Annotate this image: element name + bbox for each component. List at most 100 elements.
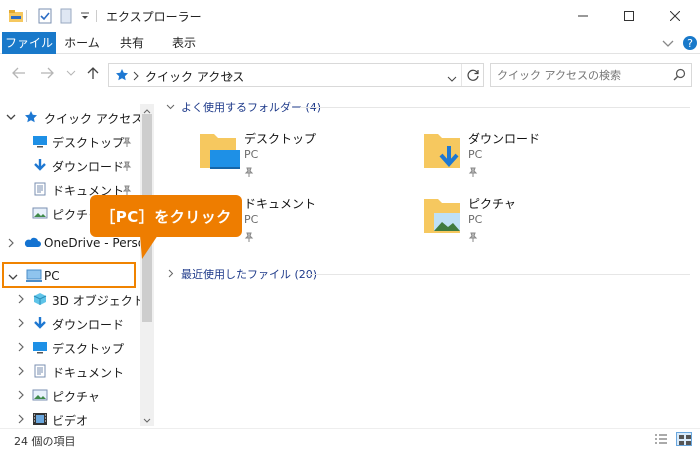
nav-item-quick-access[interactable]: クイック アクセス: [0, 106, 144, 128]
nav-item-pc-documents[interactable]: ドキュメント: [0, 360, 140, 382]
customize-dropdown-icon[interactable]: [80, 10, 90, 24]
nav-item-pc[interactable]: PC: [2, 262, 136, 288]
cube-icon: [32, 292, 48, 309]
picture-icon: [32, 206, 48, 223]
large-icons-view-icon[interactable]: [676, 432, 692, 446]
nav-item-label: クイック アクセス: [44, 112, 144, 126]
chevron-right-icon[interactable]: [227, 70, 233, 84]
chevron-right-icon[interactable]: [17, 293, 25, 307]
help-icon[interactable]: ?: [682, 35, 698, 54]
nav-item-pc-downloads[interactable]: ダウンロード: [0, 312, 140, 334]
details-view-icon[interactable]: [654, 433, 668, 448]
pictures-folder-icon: [422, 195, 464, 242]
forward-button[interactable]: [38, 64, 56, 82]
chevron-right-icon[interactable]: [17, 413, 25, 427]
nav-item-pc-pictures[interactable]: ピクチャ: [0, 384, 140, 406]
chevron-right-icon[interactable]: [17, 341, 25, 355]
refresh-icon[interactable]: [466, 68, 480, 85]
folder-name: デスクトップ: [244, 132, 317, 146]
maximize-button[interactable]: [606, 0, 652, 32]
search-input[interactable]: [497, 67, 667, 83]
chevron-right-icon[interactable]: [17, 389, 25, 403]
desktop-folder-icon: [198, 130, 240, 177]
download-icon: [32, 158, 48, 175]
tab-share[interactable]: 共有: [112, 32, 152, 54]
properties-icon[interactable]: [38, 8, 52, 27]
back-button[interactable]: [10, 64, 28, 82]
nav-item-label: デスクトップ: [52, 136, 125, 150]
pin-icon: [122, 136, 132, 150]
group-divider: [300, 107, 690, 108]
downloads-folder-icon: [422, 130, 464, 177]
nav-item-desktop[interactable]: デスクトップ: [0, 130, 140, 152]
folder-tile-downloads[interactable]: ダウンロード PC: [422, 130, 622, 194]
chevron-down-icon[interactable]: [8, 271, 18, 285]
nav-item-label: ダウンロード: [52, 318, 125, 332]
nav-item-label: ピクチャ: [52, 390, 100, 404]
scroll-down-icon[interactable]: [143, 414, 151, 428]
ribbon-expand-icon[interactable]: [662, 38, 674, 52]
folder-app-icon: [8, 8, 24, 27]
address-bar[interactable]: クイック アクセス: [108, 63, 484, 87]
star-icon: [115, 68, 129, 85]
instruction-callout: ［PC］をクリック: [90, 195, 242, 237]
folder-location: PC: [244, 148, 259, 161]
nav-item-label: 3D オブジェクト: [52, 294, 145, 308]
pin-icon: [122, 160, 132, 174]
tab-view[interactable]: 表示: [164, 32, 204, 54]
close-button[interactable]: [652, 0, 698, 32]
chevron-down-icon[interactable]: [166, 100, 175, 114]
title-bar: エクスプローラー: [0, 0, 700, 32]
nav-item-downloads[interactable]: ダウンロード: [0, 154, 140, 176]
pin-icon: [468, 166, 478, 180]
search-box[interactable]: [490, 63, 692, 87]
nav-item-3d-objects[interactable]: 3D オブジェクト: [0, 288, 145, 310]
desktop-icon: [32, 134, 48, 151]
navigation-bar: クイック アクセス: [0, 58, 700, 90]
new-folder-icon[interactable]: [60, 8, 72, 27]
divider: [26, 10, 27, 22]
folder-name: ダウンロード: [468, 132, 541, 146]
recent-locations-button[interactable]: [62, 64, 80, 82]
folder-location: PC: [468, 213, 483, 226]
folder-tile-pictures[interactable]: ピクチャ PC: [422, 195, 622, 259]
minimize-button[interactable]: [560, 0, 606, 32]
divider: [461, 64, 462, 86]
nav-scrollbar[interactable]: [140, 104, 154, 426]
callout-pointer: [140, 235, 162, 264]
nav-item-label: OneDrive - Person: [44, 236, 153, 250]
chevron-right-icon[interactable]: [17, 317, 25, 331]
recent-files-header[interactable]: 最近使用したファイル (20): [166, 265, 317, 283]
chevron-right-icon[interactable]: [7, 237, 15, 251]
chevron-down-icon[interactable]: [6, 111, 16, 125]
chevron-right-icon[interactable]: [17, 365, 25, 379]
folder-name: ピクチャ: [468, 197, 516, 211]
tab-file[interactable]: ファイル: [2, 32, 56, 54]
nav-item-pc-desktop[interactable]: デスクトップ: [0, 336, 140, 358]
folder-name: ドキュメント: [244, 197, 317, 211]
pin-icon: [244, 166, 254, 180]
svg-text:?: ?: [687, 37, 693, 50]
nav-item-label: ビデオ: [52, 414, 89, 428]
folder-tile-desktop[interactable]: デスクトップ PC: [198, 130, 398, 194]
item-count: 24 個の項目: [14, 435, 76, 448]
chevron-right-icon[interactable]: [133, 70, 139, 84]
window-title: エクスプローラー: [106, 10, 202, 24]
folder-location: PC: [244, 213, 259, 226]
onedrive-icon: [23, 236, 41, 251]
pin-icon: [244, 231, 254, 245]
chevron-right-icon[interactable]: [166, 267, 175, 281]
up-button[interactable]: [84, 64, 102, 82]
nav-item-label: ダウンロード: [52, 160, 125, 174]
pin-icon: [468, 231, 478, 245]
download-icon: [32, 316, 48, 333]
nav-item-pc-videos[interactable]: ビデオ: [0, 408, 140, 428]
navigation-pane: クイック アクセス デスクトップ ダウンロード ドキュメント ピクチャ OneD…: [0, 104, 155, 428]
group-divider: [306, 274, 690, 275]
star-icon: [24, 110, 38, 127]
address-dropdown-icon[interactable]: [447, 72, 457, 86]
search-icon[interactable]: [673, 68, 686, 84]
frequent-folders-header[interactable]: よく使用するフォルダー (4): [166, 98, 321, 116]
tab-home[interactable]: ホーム: [62, 32, 102, 54]
folder-location: PC: [468, 148, 483, 161]
